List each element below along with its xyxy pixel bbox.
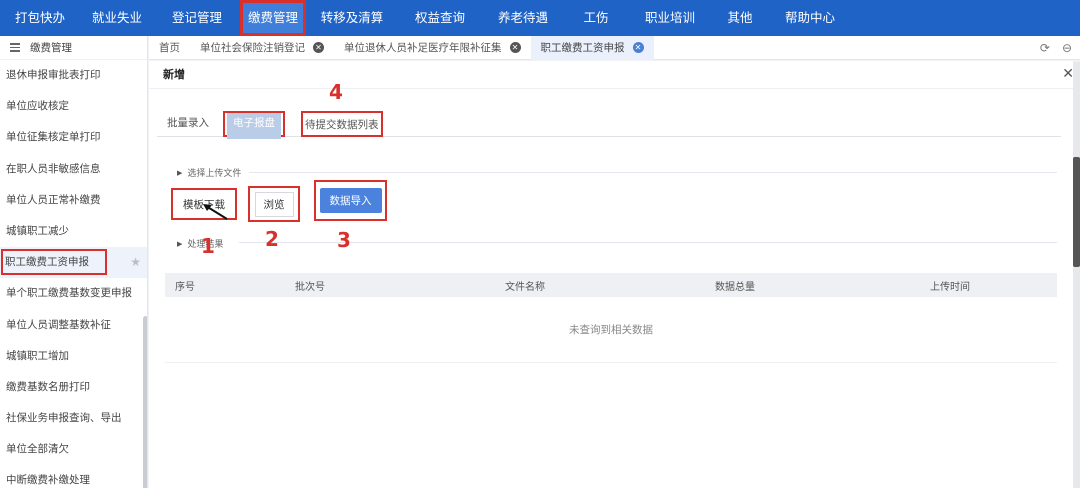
data-import-button[interactable]: 数据导入 bbox=[319, 188, 382, 213]
tab-label: 单位社会保险注销登记 bbox=[200, 41, 305, 54]
annotation-number: 2 bbox=[265, 227, 279, 251]
sidebar-list: 退休申报审批表打印 单位应收核定 单位征集核定单打印 在职人员非敏感信息 单位人… bbox=[0, 60, 147, 488]
sidebar-item-label: 社保业务申报查询、导出 bbox=[6, 412, 122, 425]
sidebar-item-label: 单个职工缴费基数变更申报 bbox=[6, 287, 132, 300]
tab-unit-insurance-cancel[interactable]: 单位社会保险注销登记 ✕ bbox=[190, 36, 334, 60]
sidebar-item-label: 退休申报审批表打印 bbox=[6, 69, 101, 81]
column-header: 批次号 bbox=[295, 281, 325, 293]
star-icon[interactable]: ★ bbox=[130, 247, 141, 278]
sidebar-item-label: 单位征集核定单打印 bbox=[6, 131, 101, 144]
sidebar-header[interactable]: 缴费管理 bbox=[0, 36, 147, 60]
nav-item-quick-service[interactable]: 打包快办 bbox=[0, 0, 80, 36]
sidebar-item[interactable]: 中断缴费补缴处理 bbox=[0, 465, 147, 488]
sidebar-item[interactable]: 单位人员正常补缴费 bbox=[0, 185, 147, 216]
sidebar-item-label: 职工缴费工资申报 bbox=[1, 249, 107, 276]
import-box: 数据导入 bbox=[314, 180, 387, 221]
sidebar-item[interactable]: 单位全部清欠 bbox=[0, 434, 147, 465]
subtab-batch-entry[interactable]: 批量录入 bbox=[157, 111, 219, 137]
tab-label: 职工缴费工资申报 bbox=[540, 41, 625, 54]
sidebar-item-label: 城镇职工减少 bbox=[6, 224, 69, 237]
sidebar-item[interactable]: 在职人员非敏感信息 bbox=[0, 154, 147, 185]
tab-label: 首页 bbox=[159, 41, 180, 54]
sidebar-item[interactable]: 单位应收核定 bbox=[0, 91, 147, 122]
column-header: 文件名称 bbox=[505, 281, 545, 293]
tab-home[interactable]: 首页 bbox=[149, 36, 190, 60]
more-options-icon[interactable]: ⊖ bbox=[1062, 41, 1072, 55]
sidebar-item[interactable]: 单个职工缴费基数变更申报 bbox=[0, 278, 147, 309]
subtab-electronic-upload-box: 电子报盘 bbox=[223, 111, 285, 139]
subtab-bar: 批量录入 电子报盘 待提交数据列表 bbox=[157, 111, 1061, 139]
sidebar-item-salary-declaration[interactable]: 职工缴费工资申报 ★ bbox=[0, 247, 147, 279]
browse-button[interactable]: 浏览 bbox=[254, 191, 294, 217]
divider bbox=[239, 242, 1057, 243]
content-panel: 新增 ✕ 批量录入 电子报盘 待提交数据列表 ▶ 选择上传文件 模板下载 浏览 … bbox=[149, 61, 1074, 488]
section-upload-title: ▶ 选择上传文件 bbox=[177, 166, 242, 180]
empty-state: 未查询到相关数据 bbox=[165, 297, 1057, 363]
annotation-number: 3 bbox=[337, 228, 351, 252]
sidebar-item-label: 中断缴费补缴处理 bbox=[6, 474, 90, 487]
subtab-electronic-upload[interactable]: 电子报盘 bbox=[227, 113, 281, 139]
result-table: 序号 批次号 文件名称 数据总量 上传时间 未查询到相关数据 bbox=[165, 273, 1057, 363]
subtab-pending-list[interactable]: 待提交数据列表 bbox=[301, 111, 383, 137]
sidebar-item[interactable]: 城镇职工增加 bbox=[0, 341, 147, 372]
nav-item-vocational-training[interactable]: 职业培训 bbox=[628, 0, 712, 36]
triangle-right-icon: ▶ bbox=[177, 168, 183, 177]
column-header: 数据总量 bbox=[715, 281, 755, 293]
annotation-number: 1 bbox=[201, 234, 215, 258]
sidebar-item-label: 缴费基数名册打印 bbox=[6, 380, 90, 393]
sidebar-header-label: 缴费管理 bbox=[30, 42, 72, 54]
table-header: 序号 批次号 文件名称 数据总量 上传时间 bbox=[165, 273, 1057, 297]
sidebar-item-label: 单位应收核定 bbox=[6, 100, 69, 113]
sidebar-item[interactable]: 退休申报审批表打印 bbox=[0, 60, 147, 91]
triangle-right-icon: ▶ bbox=[177, 239, 183, 248]
sidebar-item-label: 城镇职工增加 bbox=[6, 349, 69, 362]
sidebar-item[interactable]: 单位征集核定单打印 bbox=[0, 122, 147, 153]
sidebar-item-label: 单位人员正常补缴费 bbox=[6, 193, 101, 206]
column-header: 序号 bbox=[175, 281, 195, 293]
close-icon[interactable]: ✕ bbox=[313, 42, 324, 53]
sidebar-item-label: 单位全部清欠 bbox=[6, 443, 69, 456]
nav-item-payment-management[interactable]: 缴费管理 bbox=[240, 0, 306, 36]
divider bbox=[249, 172, 1057, 173]
browse-box: 浏览 bbox=[248, 186, 300, 222]
nav-item-registration[interactable]: 登记管理 bbox=[154, 0, 240, 36]
sidebar-item-label: 在职人员非敏感信息 bbox=[6, 162, 101, 175]
sidebar-item[interactable]: 缴费基数名册打印 bbox=[0, 372, 147, 403]
tab-label: 单位退休人员补足医疗年限补征集 bbox=[344, 41, 502, 54]
annotation-number: 4 bbox=[329, 80, 343, 104]
arrow-annotation-icon bbox=[203, 204, 228, 220]
nav-item-pension[interactable]: 养老待遇 bbox=[482, 0, 564, 36]
sidebar-item[interactable]: 社保业务申报查询、导出 bbox=[0, 403, 147, 434]
nav-item-rights-query[interactable]: 权益查询 bbox=[398, 0, 482, 36]
close-icon[interactable]: ✕ bbox=[509, 42, 521, 53]
sidebar-item-label: 单位人员调整基数补征 bbox=[6, 318, 111, 331]
nav-item-employment[interactable]: 就业失业 bbox=[80, 0, 154, 36]
refresh-icon[interactable]: ⟳ bbox=[1040, 41, 1050, 55]
tab-salary-declaration[interactable]: 职工缴费工资申报 ✕ bbox=[530, 35, 654, 60]
nav-item-help-center[interactable]: 帮助中心 bbox=[768, 0, 852, 36]
panel-scrollbar[interactable] bbox=[1073, 62, 1080, 488]
sidebar-item[interactable]: 单位人员调整基数补征 bbox=[0, 310, 147, 341]
sidebar: 缴费管理 退休申报审批表打印 单位应收核定 单位征集核定单打印 在职人员非敏感信… bbox=[0, 36, 148, 488]
close-icon[interactable]: ✕ bbox=[632, 42, 644, 53]
nav-item-transfer-settlement[interactable]: 转移及清算 bbox=[306, 0, 398, 36]
sidebar-item[interactable]: 城镇职工减少 bbox=[0, 216, 147, 247]
panel-title: 新增 bbox=[149, 61, 1073, 89]
sidebar-scrollbar[interactable] bbox=[143, 316, 147, 488]
nav-item-work-injury[interactable]: 工伤 bbox=[564, 0, 628, 36]
scrollbar-thumb[interactable] bbox=[1073, 157, 1080, 267]
tab-tools: ⟳ ⊖ bbox=[1040, 36, 1072, 60]
menu-icon[interactable] bbox=[10, 41, 22, 54]
section-upload-label: 选择上传文件 bbox=[187, 169, 242, 179]
tab-bar: 首页 单位社会保险注销登记 ✕ 单位退休人员补足医疗年限补征集 ✕ 职工缴费工资申报… bbox=[149, 35, 1080, 60]
nav-item-other[interactable]: 其他 bbox=[712, 0, 768, 36]
top-navigation: 打包快办 就业失业 登记管理 缴费管理 转移及清算 权益查询 养老待遇 工伤 职… bbox=[0, 0, 1080, 36]
column-header: 上传时间 bbox=[930, 281, 970, 293]
tab-retiree-medical[interactable]: 单位退休人员补足医疗年限补征集 ✕ bbox=[334, 36, 531, 60]
